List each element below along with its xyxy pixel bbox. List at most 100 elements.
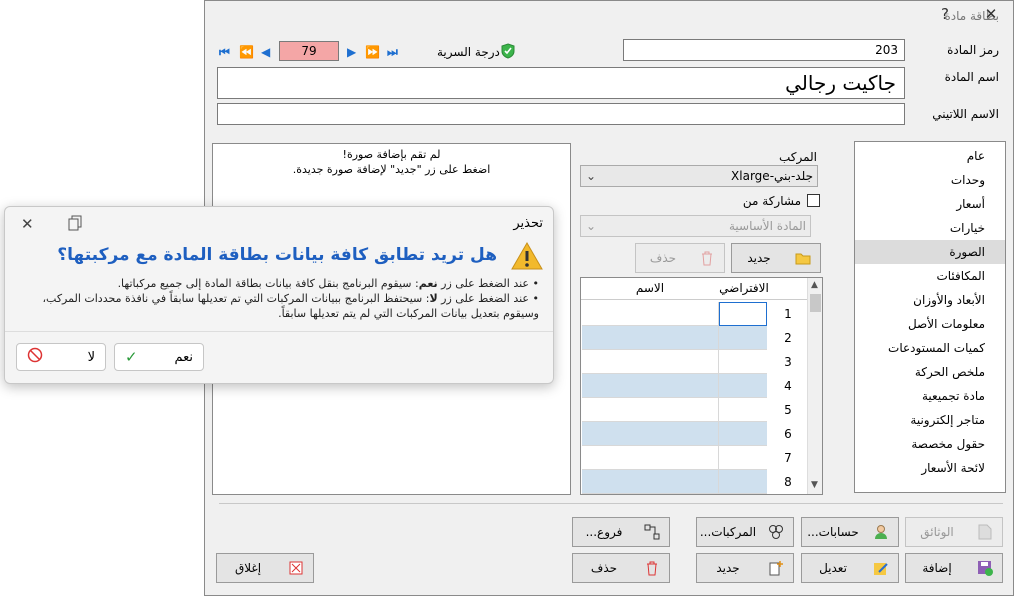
grid-header: الاسم الافتراضي [581, 278, 807, 300]
accounts-label: حسابات... [807, 525, 859, 539]
save-add-icon [974, 559, 996, 577]
prohibited-icon [27, 347, 43, 367]
scroll-thumb[interactable] [810, 294, 821, 312]
record-number-field[interactable]: 79 [279, 41, 339, 61]
line1-pre: عند الضغط على زر [437, 277, 529, 290]
copy-icon[interactable] [67, 215, 83, 231]
row-number: 8 [784, 475, 792, 489]
sidebar-item[interactable]: متاجر إلكترونية [855, 408, 1005, 432]
composite-select[interactable]: جلد-بني-Xlarge ⌄ [580, 165, 818, 187]
share-from-label: مشاركة من [742, 194, 801, 208]
sidebar-item[interactable]: حقول مخصصة [855, 432, 1005, 456]
accounts-button[interactable]: حسابات... [801, 517, 899, 547]
sidebar-item[interactable]: عام [855, 144, 1005, 168]
trash-icon [696, 249, 718, 267]
latin-name-field[interactable] [217, 103, 905, 125]
scroll-down-icon[interactable]: ▼ [811, 480, 818, 490]
default-cell[interactable] [719, 374, 767, 398]
last-record-icon[interactable]: ⏭ [387, 45, 398, 60]
line1-key: نعم [418, 277, 438, 290]
edit-button[interactable]: تعديل [801, 553, 899, 583]
table-row[interactable]: 3 [581, 350, 807, 374]
chevron-down-icon: ⌄ [586, 169, 597, 183]
name-cell[interactable] [582, 302, 719, 326]
row-number: 3 [784, 355, 792, 369]
code-field[interactable]: 203 [623, 39, 905, 61]
default-cell[interactable] [719, 398, 767, 422]
default-cell[interactable] [719, 350, 767, 374]
sidebar-item[interactable]: كميات المستودعات [855, 336, 1005, 360]
table-row[interactable]: 6 [581, 422, 807, 446]
yes-button[interactable]: ✓ نعم [114, 343, 204, 371]
name-cell[interactable] [582, 470, 719, 494]
no-button[interactable]: لا [16, 343, 106, 371]
name-cell[interactable] [582, 422, 719, 446]
prev-record-icon[interactable]: ◀ [261, 45, 270, 59]
user-icon [870, 523, 892, 541]
default-cell[interactable] [719, 326, 767, 350]
next-record-icon[interactable]: ▶ [347, 45, 356, 59]
line2-pre: عند الضغط على زر [437, 292, 529, 305]
close-icon [285, 559, 307, 577]
sidebar-item[interactable]: الأبعاد والأوزان [855, 288, 1005, 312]
composite-grid[interactable]: الاسم الافتراضي 1 2 3 4 5 6 7 8 ▲ ▼ [580, 277, 823, 495]
default-cell[interactable] [719, 422, 767, 446]
name-cell[interactable] [582, 326, 719, 350]
name-cell[interactable] [582, 374, 719, 398]
add-image-hint: اضغط على زر "جديد" لإضافة صورة جديدة. [292, 163, 491, 176]
dialog-close-icon[interactable]: ✕ [21, 215, 34, 233]
new-composite-button[interactable]: جديد [731, 243, 821, 273]
sidebar-item[interactable]: الصورة [855, 240, 1005, 264]
default-cell[interactable] [719, 446, 767, 470]
row-number: 7 [784, 451, 792, 465]
base-material-select[interactable]: المادة الأساسية ⌄ [580, 215, 811, 237]
share-from-checkbox[interactable] [807, 194, 820, 207]
new-button[interactable]: جديد [696, 553, 794, 583]
new-label: جديد [716, 561, 740, 575]
table-row[interactable]: 8 [581, 470, 807, 494]
close-window-button[interactable]: ✕ [981, 5, 1001, 23]
default-cell[interactable] [719, 302, 767, 326]
default-cell[interactable] [719, 470, 767, 494]
documents-button[interactable]: الوثائق [905, 517, 1003, 547]
table-row[interactable]: 5 [581, 398, 807, 422]
name-field[interactable]: جاكيت رجالي [217, 67, 905, 99]
next-page-icon[interactable]: ⏩ [365, 45, 380, 59]
first-record-icon[interactable]: ⏮ [219, 45, 230, 60]
sidebar-item[interactable]: معلومات الأصل [855, 312, 1005, 336]
composites-button[interactable]: المركبات... [696, 517, 794, 547]
close-button[interactable]: إغلاق [216, 553, 314, 583]
sidebar-item[interactable]: المكافئات [855, 264, 1005, 288]
sidebar-item[interactable]: خيارات [855, 216, 1005, 240]
row-number: 1 [784, 307, 792, 321]
table-row[interactable]: 7 [581, 446, 807, 470]
line1-post: : سيقوم البرنامج بنقل كافة بيانات بطاقة … [117, 277, 419, 290]
col-default-header: الافتراضي [719, 281, 769, 295]
sidebar-item[interactable]: أسعار [855, 192, 1005, 216]
help-button[interactable]: ? [935, 5, 955, 23]
no-image-text: لم تقم بإضافة صورة! [342, 148, 441, 161]
branches-button[interactable]: فروع... [572, 517, 670, 547]
sidebar-item[interactable]: مادة تجميعية [855, 384, 1005, 408]
table-row[interactable]: 1 [581, 302, 807, 326]
shield-icon[interactable] [501, 43, 515, 59]
table-row[interactable]: 2 [581, 326, 807, 350]
name-cell[interactable] [582, 350, 719, 374]
delete-button[interactable]: حذف [572, 553, 670, 583]
name-cell[interactable] [582, 398, 719, 422]
line2-key: لا [429, 292, 438, 305]
add-button[interactable]: إضافة [905, 553, 1003, 583]
sidebar-item[interactable]: وحدات [855, 168, 1005, 192]
sidebar-item[interactable]: لائحة الأسعار [855, 456, 1005, 480]
composite-label: المركب [778, 150, 817, 164]
branches-icon [641, 523, 663, 541]
name-cell[interactable] [582, 446, 719, 470]
dialog-line-no: • عند الضغط على زر لا: سيحتفظ البرنامج ب… [42, 292, 539, 320]
grid-scrollbar[interactable]: ▲ ▼ [807, 278, 822, 494]
prev-page-icon[interactable]: ⏪ [239, 45, 254, 59]
warning-dialog: تحذير ✕ هل تريد تطابق كافة بيانات بطاقة … [4, 206, 554, 384]
table-row[interactable]: 4 [581, 374, 807, 398]
scroll-up-icon[interactable]: ▲ [811, 280, 818, 290]
delete-composite-button[interactable]: حذف [635, 243, 725, 273]
sidebar-item[interactable]: ملخص الحركة [855, 360, 1005, 384]
